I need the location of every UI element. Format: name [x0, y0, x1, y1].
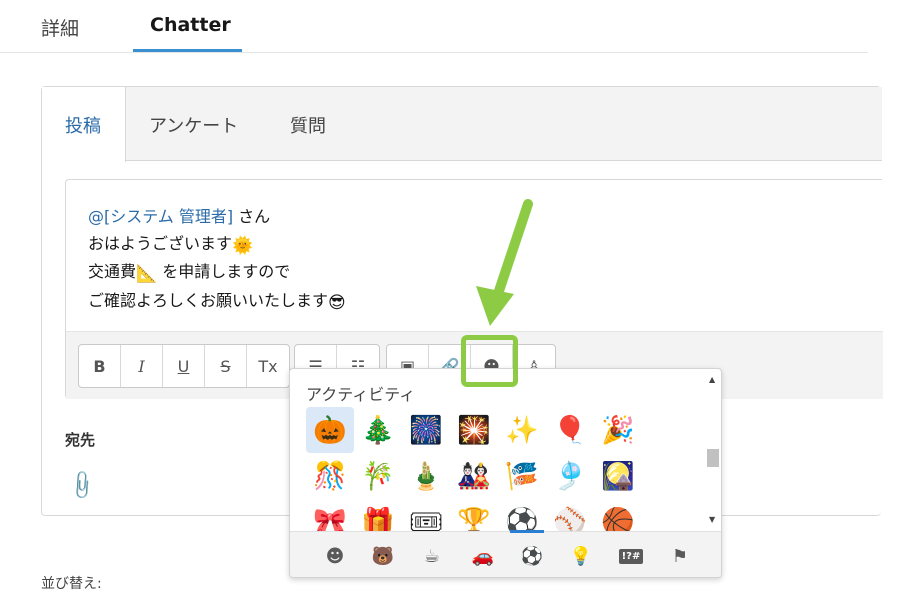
post-line-4: ご確認よろしくお願いいたします: [88, 290, 329, 310]
emoji-cell[interactable]: 🎟: [402, 499, 450, 533]
travel-category-icon[interactable]: 🚗: [468, 542, 498, 570]
top-tab-bar: 詳細 Chatter: [0, 0, 868, 53]
picker-scrollbar[interactable]: ▲ ▼: [704, 369, 721, 531]
emoji-row: 🎊 🎋 🎍 🎎 🎏 🎐 🎑: [306, 453, 686, 499]
emoji-cell[interactable]: 🎈: [546, 407, 594, 453]
emoji-cell[interactable]: 🎄: [354, 407, 402, 453]
emoji-cell[interactable]: 🎍: [402, 453, 450, 499]
tab-poll[interactable]: アンケート: [149, 112, 238, 138]
emoji-row: 🎀 🎁 🎟 🏆 ⚽ ⚾ 🏀: [306, 499, 686, 533]
emoji-cell[interactable]: 🏀: [594, 499, 642, 533]
pointer-arrow-icon: [476, 199, 533, 326]
emoji-cell[interactable]: 🎎: [450, 453, 498, 499]
text-format-group: B I U S Tx: [78, 344, 290, 388]
emoji-cell[interactable]: 🎊: [306, 453, 354, 499]
emoji-row: 🎃 🎄 🎆 🎇 ✨ 🎈 🎉: [306, 407, 686, 453]
emoji-cell[interactable]: 🎇: [450, 407, 498, 453]
mention-link[interactable]: @[システム 管理者]: [88, 207, 233, 226]
post-line-2: おはようございます: [88, 233, 233, 253]
triangle-ruler-emoji-icon: 📐: [136, 264, 158, 284]
scroll-up-icon[interactable]: ▲: [709, 375, 715, 384]
emoji-cell[interactable]: 🎆: [402, 407, 450, 453]
activity-category-icon[interactable]: ⚽: [517, 542, 547, 570]
sun-face-emoji-icon: 🌞: [232, 235, 254, 256]
emoji-cell[interactable]: ⚽: [498, 499, 546, 533]
emoji-button-highlight: [461, 335, 518, 387]
publisher-tab-bar: 投稿 アンケート 質問: [42, 87, 882, 162]
smiley-category-icon[interactable]: ☻: [320, 542, 350, 570]
emoji-picker: アクティビティ 🎃 🎄 🎆 🎇 ✨ 🎈 🎉 🎊 🎋 🎍 🎎 🎏 🎐 🎑 🎀 🎁 …: [289, 368, 722, 578]
paperclip-icon[interactable]: 📎: [65, 468, 100, 503]
post-line-3b: を申請しますので: [157, 262, 291, 281]
active-category-indicator: [510, 530, 544, 533]
sort-label: 並び替え:: [41, 576, 102, 592]
tab-question[interactable]: 質問: [290, 112, 326, 138]
bold-button[interactable]: B: [79, 345, 121, 387]
sunglasses-emoji-icon: 😎: [328, 292, 346, 313]
clear-format-button[interactable]: Tx: [247, 345, 289, 387]
emoji-cell[interactable]: ⚾: [546, 499, 594, 533]
strikethrough-button[interactable]: S: [205, 345, 247, 387]
emoji-cell[interactable]: 🎁: [354, 499, 402, 533]
symbol-category-icon[interactable]: !?#: [616, 542, 646, 570]
post-body[interactable]: @[システム 管理者] さん おはようございます🌞 交通費📐 を申請しますので …: [88, 204, 346, 316]
scroll-thumb[interactable]: [707, 449, 719, 467]
to-label: 宛先: [65, 431, 96, 449]
tab-chatter[interactable]: Chatter: [150, 14, 231, 36]
object-category-icon[interactable]: 💡: [566, 542, 596, 570]
active-tab-indicator: [133, 49, 242, 52]
picker-category-title: アクティビティ: [306, 385, 416, 404]
tab-details[interactable]: 詳細: [41, 14, 79, 41]
italic-button[interactable]: I: [121, 345, 163, 387]
post-line-1-suffix: さん: [233, 207, 271, 226]
emoji-grid: 🎃 🎄 🎆 🎇 ✨ 🎈 🎉 🎊 🎋 🎍 🎎 🎏 🎐 🎑 🎀 🎁 🎟 🏆 ⚽ ⚾ …: [306, 407, 686, 533]
scroll-down-icon[interactable]: ▼: [709, 515, 715, 524]
emoji-cell[interactable]: 🎋: [354, 453, 402, 499]
food-category-icon[interactable]: ☕: [417, 542, 447, 570]
emoji-cell[interactable]: 🎑: [594, 453, 642, 499]
emoji-cell[interactable]: 🎉: [594, 407, 642, 453]
emoji-cell[interactable]: 🎃: [306, 407, 354, 453]
animal-category-icon[interactable]: 🐻: [368, 542, 398, 570]
emoji-cell[interactable]: 🎏: [498, 453, 546, 499]
emoji-cell[interactable]: 🎀: [306, 499, 354, 533]
symbol-category-label: !?#: [618, 548, 644, 564]
post-line-3a: 交通費: [88, 262, 137, 281]
underline-button[interactable]: U: [163, 345, 205, 387]
emoji-cell[interactable]: 🎐: [546, 453, 594, 499]
emoji-cell[interactable]: ✨: [498, 407, 546, 453]
tab-post[interactable]: 投稿: [65, 112, 101, 138]
emoji-cell[interactable]: 🏆: [450, 499, 498, 533]
emoji-category-bar: ☻ 🐻 ☕ 🚗 ⚽ 💡 !?# ⚑: [290, 531, 721, 577]
flag-category-icon[interactable]: ⚑: [665, 542, 695, 570]
